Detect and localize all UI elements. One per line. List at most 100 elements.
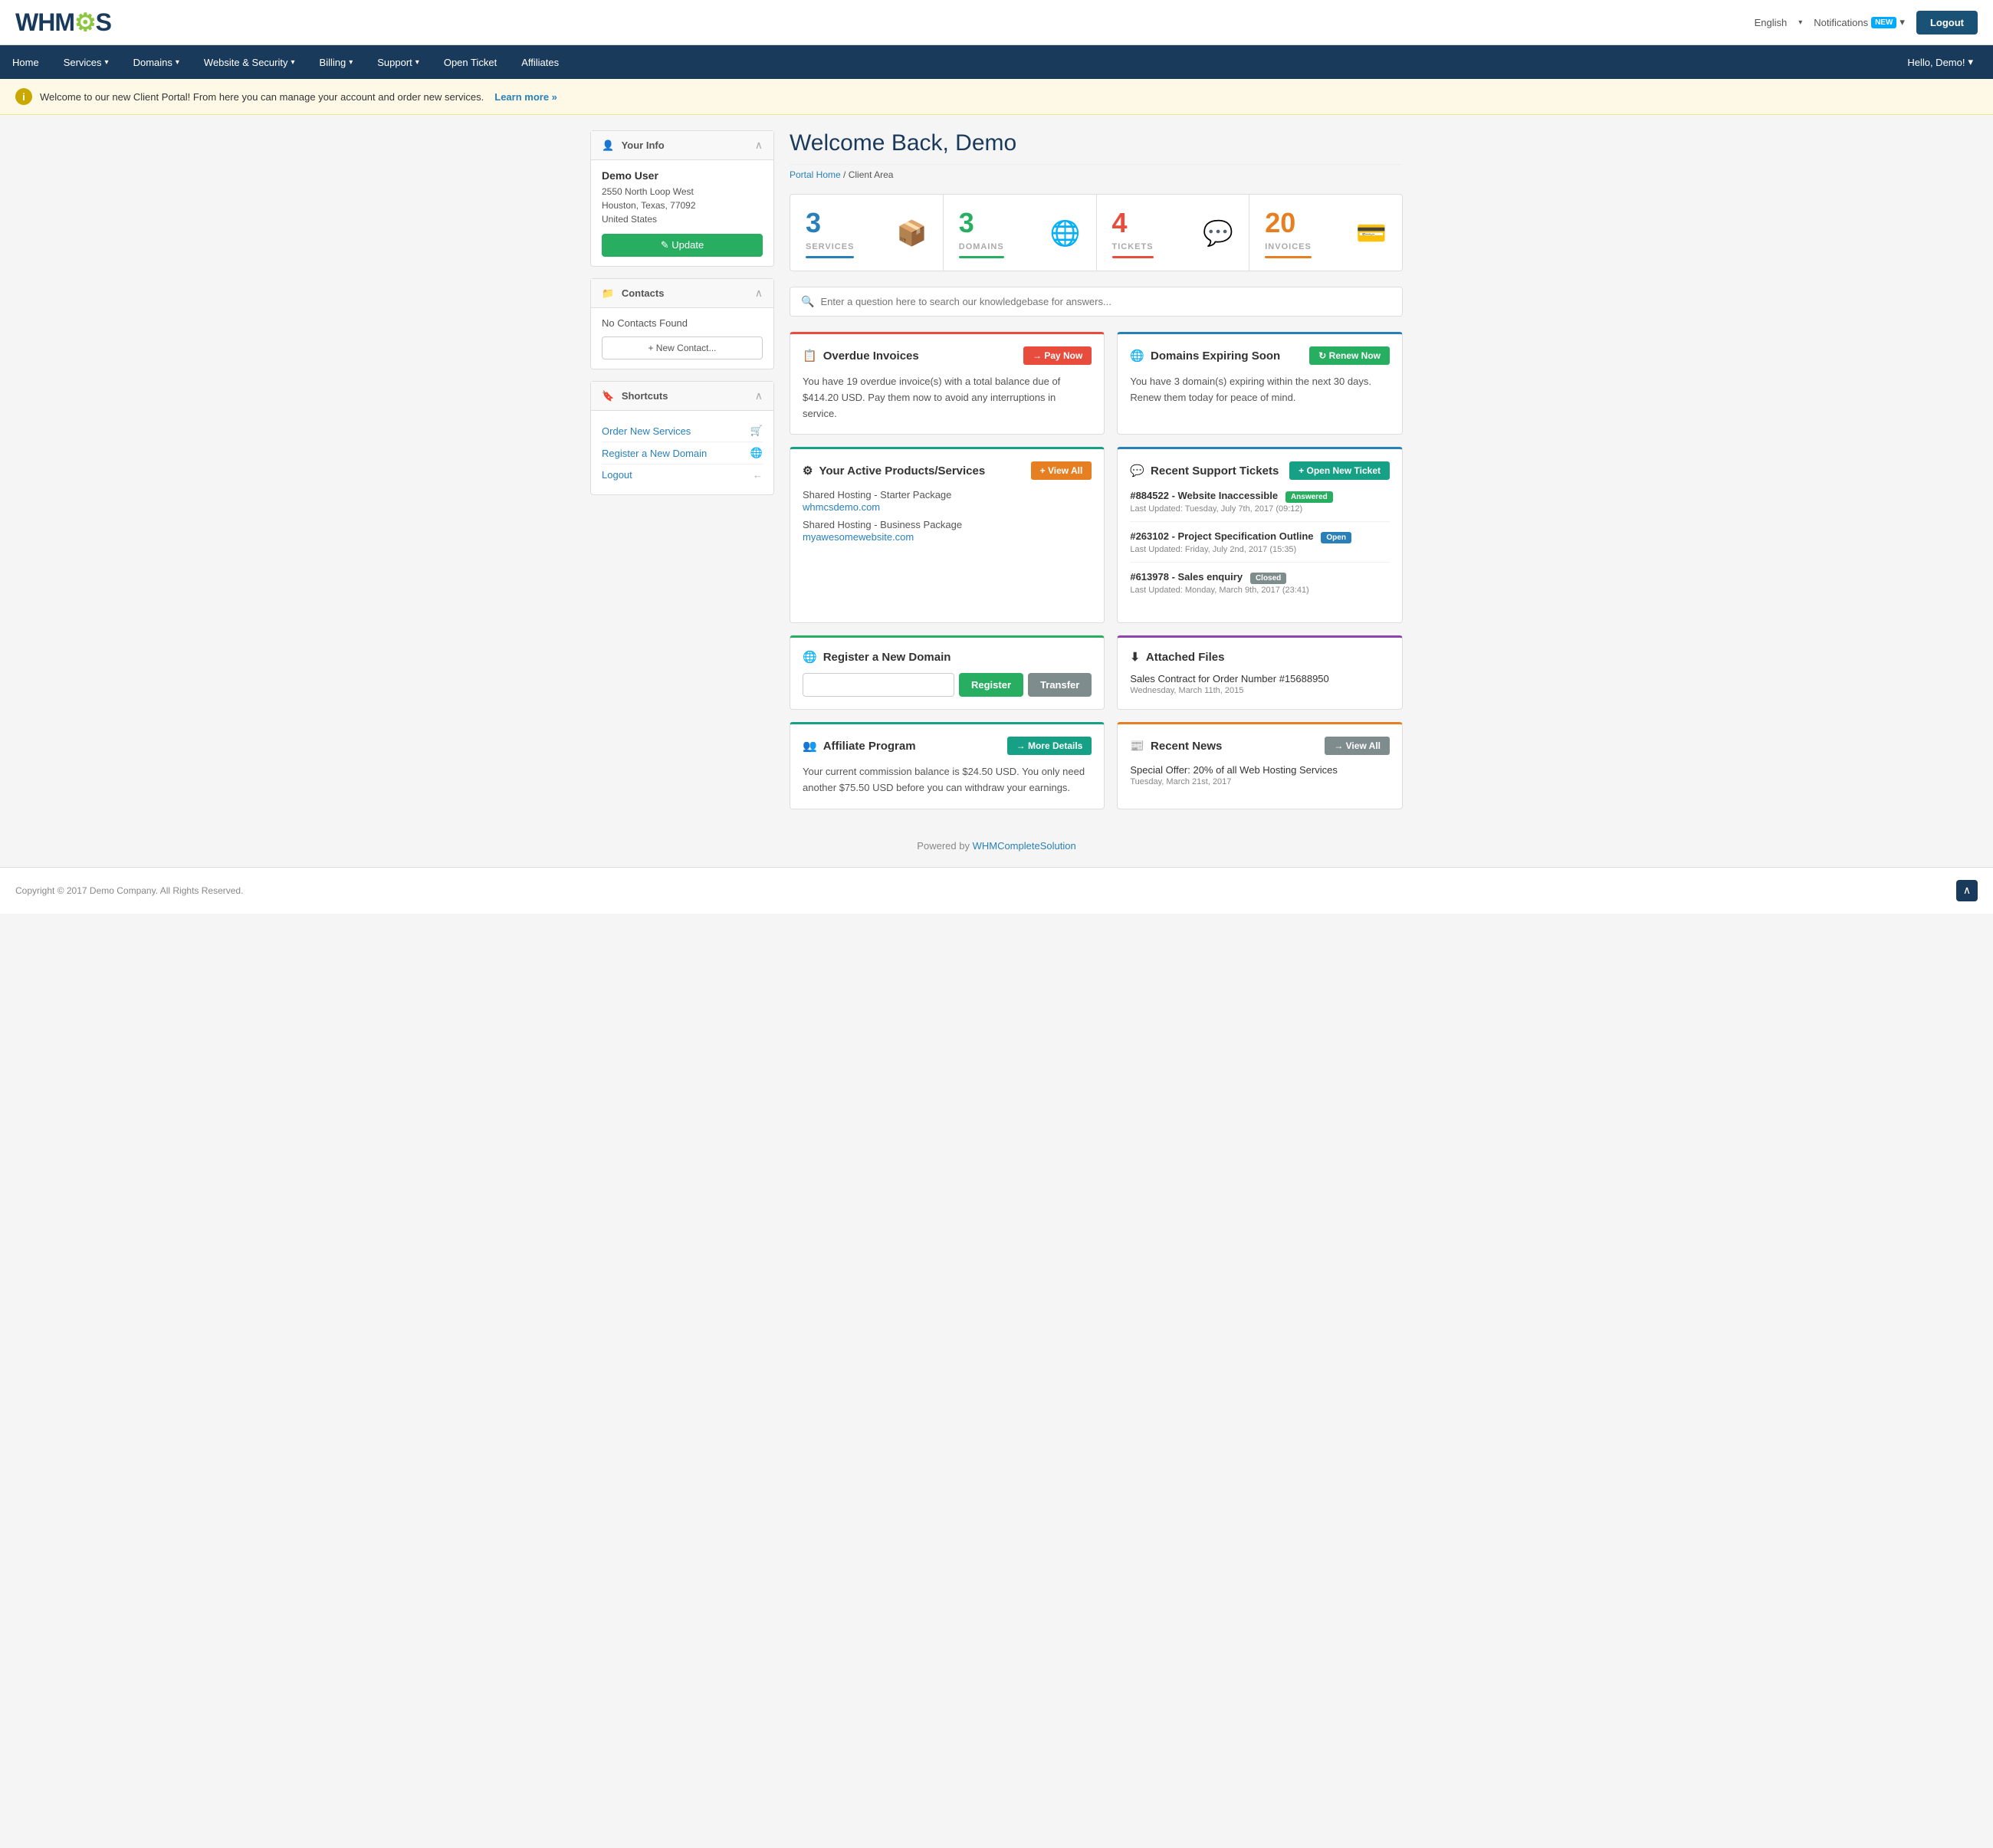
nav-hello-button[interactable]: Hello, Demo! ▾ xyxy=(1895,45,1985,79)
search-icon: 🔍 xyxy=(801,295,814,308)
nav-item-billing[interactable]: Billing ▾ xyxy=(307,46,366,79)
shortcut-register-domain[interactable]: Register a New Domain 🌐 xyxy=(602,442,763,464)
products-icon: ⚙ xyxy=(803,464,813,478)
contacts-collapse-button[interactable]: ∧ xyxy=(755,287,763,300)
services-list: Shared Hosting - Starter Package whmcsde… xyxy=(803,489,1092,543)
your-info-collapse-button[interactable]: ∧ xyxy=(755,139,763,152)
invoices-count: 20 xyxy=(1265,207,1312,239)
overdue-invoices-text: You have 19 overdue invoice(s) with a to… xyxy=(803,374,1092,422)
logo: WHM⚙S xyxy=(15,8,111,37)
shortcuts-card: 🔖 Shortcuts ∧ Order New Services 🛒 Regis… xyxy=(590,381,774,495)
news-item-date: Tuesday, March 21st, 2017 xyxy=(1130,777,1390,786)
support-tickets-header: 💬 Recent Support Tickets + Open New Tick… xyxy=(1130,461,1390,480)
lang-chevron-icon: ▾ xyxy=(1798,18,1802,27)
new-contact-button[interactable]: + New Contact... xyxy=(602,336,763,359)
invoices-stat-icon: 💳 xyxy=(1356,218,1387,248)
active-products-header: ⚙ Your Active Products/Services + View A… xyxy=(803,461,1092,480)
invoices-bar xyxy=(1265,256,1312,258)
nav-item-openticket[interactable]: Open Ticket xyxy=(432,46,509,79)
your-info-body: Demo User 2550 North Loop West Houston, … xyxy=(591,160,773,266)
ticket-status-2: Open xyxy=(1321,532,1351,543)
news-icon: 📰 xyxy=(1130,739,1144,753)
shortcut-order-services[interactable]: Order New Services 🛒 xyxy=(602,420,763,442)
domains-label: DOMAINS xyxy=(959,242,1004,251)
service-link-2[interactable]: myawesomewebsite.com xyxy=(803,531,914,543)
shortcut-logout-label: Logout xyxy=(602,469,632,481)
renew-now-button[interactable]: ↻ Renew Now xyxy=(1309,346,1390,365)
transfer-domain-button[interactable]: Transfer xyxy=(1028,673,1092,697)
tickets-bar xyxy=(1112,256,1154,258)
services-label: SERVICES xyxy=(806,242,854,251)
nav-item-support[interactable]: Support ▾ xyxy=(365,46,432,79)
nav-item-websecurity[interactable]: Website & Security ▾ xyxy=(192,46,307,79)
ticket-date-2: Last Updated: Friday, July 2nd, 2017 (15… xyxy=(1130,545,1390,554)
shortcuts-icon: 🔖 xyxy=(602,390,614,402)
support-chevron-icon: ▾ xyxy=(415,58,419,67)
nav-item-domains[interactable]: Domains ▾ xyxy=(121,46,192,79)
view-all-news-button[interactable]: → View All xyxy=(1325,737,1390,755)
domain-search-input[interactable] xyxy=(803,673,954,697)
attached-files-header: ⬇ Attached Files xyxy=(1130,650,1390,664)
contacts-header: 📁 Contacts ∧ xyxy=(591,279,773,308)
ticket-item-3: #613978 - Sales enquiry Closed Last Upda… xyxy=(1130,570,1390,602)
nav-item-home[interactable]: Home xyxy=(0,46,51,79)
overdue-invoices-card: 📋 Overdue Invoices → Pay Now You have 19… xyxy=(790,332,1105,435)
domains-chevron-icon: ▾ xyxy=(176,58,179,67)
ticket-status-3: Closed xyxy=(1250,573,1286,584)
stat-services[interactable]: 3 SERVICES 📦 xyxy=(790,195,944,271)
user-address: 2550 North Loop West Houston, Texas, 770… xyxy=(602,185,763,226)
scroll-top-button[interactable]: ∧ xyxy=(1956,880,1978,901)
domains-expiring-text: You have 3 domain(s) expiring within the… xyxy=(1130,374,1390,406)
nav-left: Home Services ▾ Domains ▾ Website & Secu… xyxy=(0,46,571,79)
stat-tickets[interactable]: 4 TICKETS 💬 xyxy=(1097,195,1250,271)
notif-chevron-icon: ▾ xyxy=(1899,16,1905,28)
recent-news-card: 📰 Recent News → View All Special Offer: … xyxy=(1117,722,1403,809)
domains-stat-icon: 🌐 xyxy=(1050,218,1081,248)
view-all-products-button[interactable]: + View All xyxy=(1031,461,1092,480)
domain-expiry-icon: 🌐 xyxy=(1130,349,1144,363)
banner-learn-more-link[interactable]: Learn more » xyxy=(494,91,557,103)
search-input[interactable] xyxy=(820,296,1391,307)
tickets-count: 4 xyxy=(1112,207,1154,239)
pay-now-button[interactable]: → Pay Now xyxy=(1023,346,1092,365)
cards-grid: 📋 Overdue Invoices → Pay Now You have 19… xyxy=(790,332,1403,809)
logout-button[interactable]: Logout xyxy=(1916,11,1978,34)
shortcut-order-services-label: Order New Services xyxy=(602,425,691,437)
globe-icon: 🌐 xyxy=(750,447,763,459)
domains-expiring-header: 🌐 Domains Expiring Soon ↻ Renew Now xyxy=(1130,346,1390,365)
stat-domains[interactable]: 3 DOMAINS 🌐 xyxy=(944,195,1097,271)
nav-item-services[interactable]: Services ▾ xyxy=(51,46,121,79)
user-name: Demo User xyxy=(602,169,763,182)
nav-item-affiliates[interactable]: Affiliates xyxy=(509,46,571,79)
service-link-1[interactable]: whmcsdemo.com xyxy=(803,501,880,513)
main-area: Welcome Back, Demo Portal Home / Client … xyxy=(790,130,1403,809)
notifications-button[interactable]: Notifications NEW ▾ xyxy=(1814,16,1905,28)
breadcrumb-home-link[interactable]: Portal Home xyxy=(790,169,841,180)
attached-file-name: Sales Contract for Order Number #1568895… xyxy=(1130,673,1390,684)
support-icon: 💬 xyxy=(1130,464,1144,478)
services-count: 3 xyxy=(806,207,854,239)
shortcuts-collapse-button[interactable]: ∧ xyxy=(755,389,763,402)
tickets-stat-icon: 💬 xyxy=(1203,218,1233,248)
affiliate-header: 👥 Affiliate Program → More Details xyxy=(803,737,1092,755)
language-button[interactable]: English xyxy=(1755,17,1788,28)
shortcut-logout[interactable]: Logout ← xyxy=(602,464,763,485)
whmcs-link[interactable]: WHMCompleteSolution xyxy=(973,840,1076,852)
logout-arrow-icon: ← xyxy=(753,469,763,481)
update-button[interactable]: ✎ Update xyxy=(602,234,763,257)
affiliate-text: Your current commission balance is $24.5… xyxy=(803,764,1092,796)
affiliate-card: 👥 Affiliate Program → More Details Your … xyxy=(790,722,1105,809)
contacts-card: 📁 Contacts ∧ No Contacts Found + New Con… xyxy=(590,278,774,369)
service-item-1: Shared Hosting - Starter Package whmcsde… xyxy=(803,489,1092,513)
stat-invoices[interactable]: 20 INVOICES 💳 xyxy=(1249,195,1402,271)
affiliate-more-details-button[interactable]: → More Details xyxy=(1007,737,1092,755)
register-domain-button[interactable]: Register xyxy=(959,673,1023,697)
domains-bar xyxy=(959,256,1004,258)
affiliate-title: 👥 Affiliate Program xyxy=(803,739,916,753)
attached-file-date: Wednesday, March 11th, 2015 xyxy=(1130,686,1390,695)
tickets-list: #884522 - Website Inaccessible Answered … xyxy=(1130,489,1390,602)
billing-chevron-icon: ▾ xyxy=(349,58,353,67)
attached-files-card: ⬇ Attached Files Sales Contract for Orde… xyxy=(1117,635,1403,710)
open-new-ticket-button[interactable]: + Open New Ticket xyxy=(1289,461,1390,480)
services-bar xyxy=(806,256,854,258)
